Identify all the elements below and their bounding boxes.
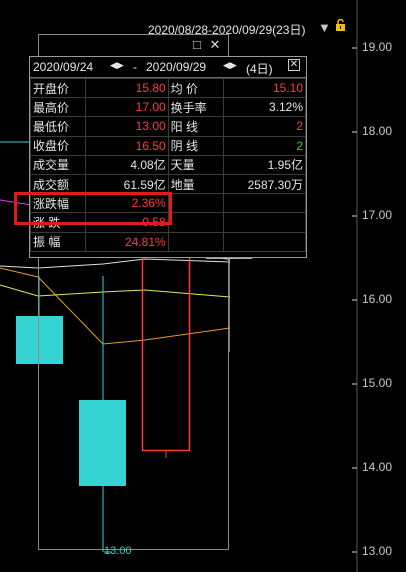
restore-window-icon[interactable]: □	[188, 37, 206, 52]
axis-tick-14: 14.00	[361, 460, 392, 474]
stats-table: 开盘价 15.80 均 价 15.10 最高价 17.00 换手率 3.12% 最低价 13.00…	[29, 77, 306, 252]
stat-value: 4.08亿	[85, 154, 169, 175]
stat-value: 15.80	[85, 77, 169, 99]
stat-label-2: 阴 线	[167, 135, 225, 156]
stat-label: 开盘价	[29, 77, 87, 99]
interval-stats-panel: 2020/09/24 ◀▶ - 2020/09/29 ◀▶ (4日) ✕ 开盘价…	[29, 56, 307, 258]
stat-label-2: 换手率	[167, 97, 225, 118]
stat-value: 16.50	[85, 135, 169, 156]
stats-row: 振 幅 24.81%	[29, 231, 306, 252]
axis-tick-18: 18.00	[361, 124, 392, 138]
stat-label-2: 阳 线	[167, 116, 225, 137]
stat-value-2: 1.95亿	[223, 154, 306, 175]
stat-label-2: 均 价	[167, 77, 225, 99]
end-date-nav-icon[interactable]: ◀▶	[223, 60, 237, 71]
stats-row: 收盘价 16.50 阴 线2	[29, 135, 306, 156]
stat-value-2: 2587.30万	[223, 173, 306, 195]
stat-value-2: 2	[223, 135, 306, 156]
highlight-box	[14, 192, 172, 225]
panel-header: 2020/09/24 ◀▶ - 2020/09/29 ◀▶ (4日) ✕	[30, 57, 306, 78]
low-price-marker: 13.00	[104, 545, 132, 557]
stats-row: 最高价 17.00 换手率 3.12%	[29, 97, 306, 118]
stat-label-2	[167, 193, 225, 214]
stats-row: 最低价 13.00 阳 线2	[29, 116, 306, 137]
start-date: 2020/09/24	[33, 60, 94, 74]
day-count: (4日)	[246, 62, 273, 76]
stat-label-2: 地量	[167, 173, 225, 195]
stat-value-2	[223, 193, 306, 214]
end-date: 2020/09/29	[146, 60, 207, 74]
date-separator: -	[133, 60, 137, 74]
stat-value-2: 15.10	[223, 77, 306, 99]
range-dropdown-icon[interactable]: ▼	[318, 20, 331, 35]
axis-tick-16: 16.00	[361, 292, 392, 306]
stat-label: 成交量	[29, 154, 87, 175]
axis-tick-19: 19.00	[361, 40, 392, 54]
panel-close-icon[interactable]: ✕	[288, 59, 300, 71]
stat-value-2: 2	[223, 116, 306, 137]
window-controls: □ ✕	[188, 37, 224, 53]
stat-label: 最高价	[29, 97, 87, 118]
axis-tick-17: 17.00	[361, 208, 392, 222]
close-selection-icon[interactable]: ✕	[206, 37, 224, 53]
start-date-nav-icon[interactable]: ◀▶	[110, 60, 124, 71]
stat-value: 61.59亿	[85, 173, 169, 195]
stat-value: 13.00	[85, 116, 169, 137]
stat-value: 24.81%	[85, 231, 169, 252]
stat-value-2	[223, 212, 306, 233]
stat-value: 17.00	[85, 97, 169, 118]
stat-label-2	[167, 231, 225, 252]
stats-row: 成交量 4.08亿 天量 1.95亿	[29, 154, 306, 175]
lock-icon[interactable]	[335, 19, 346, 31]
axis-tick-15: 15.00	[361, 376, 392, 390]
stat-label-2	[167, 212, 225, 233]
stat-value-2	[223, 231, 306, 252]
stats-row: 成交额 61.59亿 地量 2587.30万	[29, 173, 306, 195]
stat-label: 最低价	[29, 116, 87, 137]
axis-tick-13: 13.00	[361, 544, 392, 558]
stat-label-2: 天量	[167, 154, 225, 175]
stat-value-2: 3.12%	[223, 97, 306, 118]
stats-row: 开盘价 15.80 均 价 15.10	[29, 77, 306, 99]
stat-label: 振 幅	[29, 231, 87, 252]
stat-label: 成交额	[29, 173, 87, 195]
stat-label: 收盘价	[29, 135, 87, 156]
